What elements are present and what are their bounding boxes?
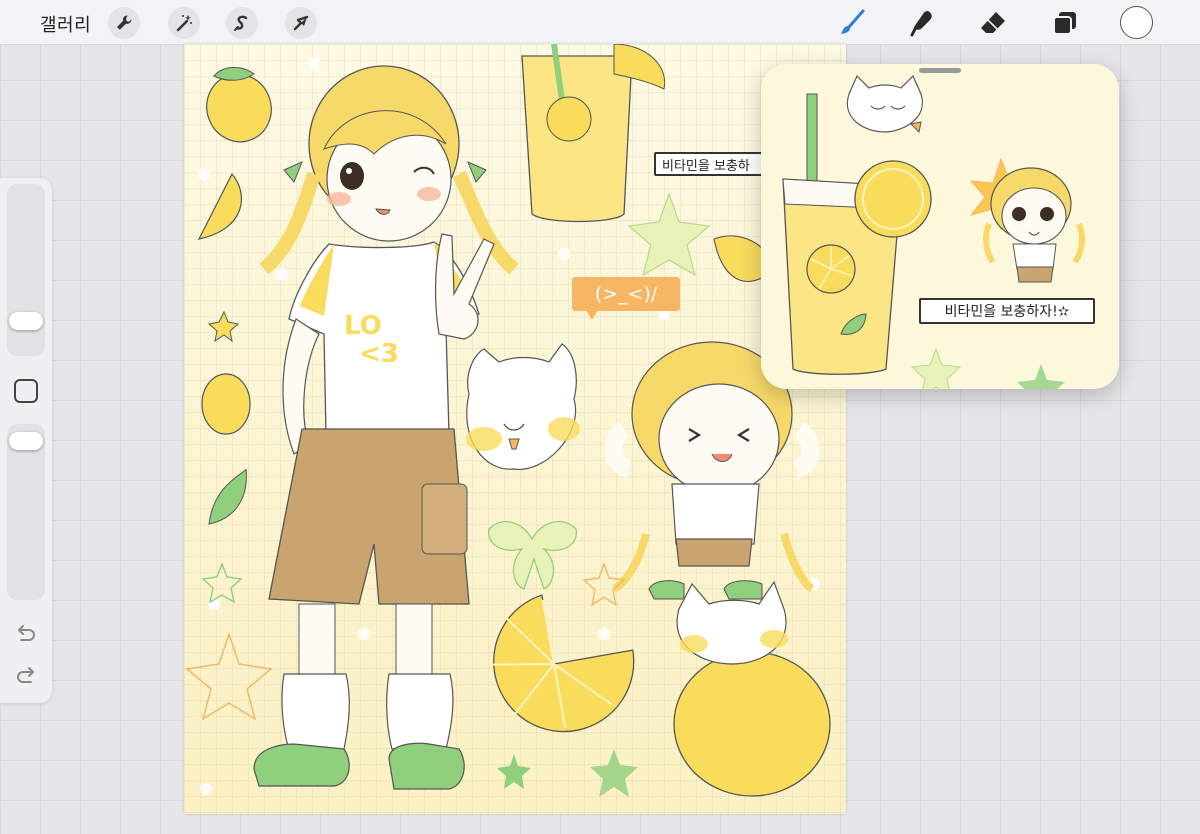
selection-s-icon xyxy=(234,15,248,31)
reference-window[interactable]: 비타민을 보충하자!✫ xyxy=(761,64,1119,389)
magic-wand-icon xyxy=(176,15,192,32)
brush-size-slider-thumb[interactable] xyxy=(9,312,43,330)
drawing-canvas[interactable]: LO <3 비타민을 보충하 (>_<)/ xyxy=(184,44,846,814)
transform-button[interactable] xyxy=(285,7,317,39)
wrench-icon xyxy=(117,15,132,30)
brush-size-slider[interactable] xyxy=(7,184,45,356)
brush-button[interactable] xyxy=(835,6,869,40)
brush-icon xyxy=(841,9,865,34)
gallery-button[interactable]: 갤러리 xyxy=(40,11,91,37)
selection-button[interactable] xyxy=(226,7,258,39)
opacity-slider-thumb[interactable] xyxy=(9,432,43,450)
reference-drag-handle[interactable] xyxy=(919,68,961,73)
redo-button[interactable] xyxy=(12,665,40,687)
undo-arrow-icon xyxy=(18,625,35,641)
eraser-button[interactable] xyxy=(976,6,1010,40)
top-toolbar: 갤러리 xyxy=(0,0,1200,45)
modify-button[interactable] xyxy=(14,379,38,403)
left-sidebar xyxy=(0,178,52,703)
reference-caption-label: 비타민을 보충하자!✫ xyxy=(919,298,1095,324)
reference-artwork xyxy=(761,64,1119,389)
arrow-cursor-icon xyxy=(293,15,309,31)
redo-arrow-icon xyxy=(17,667,34,683)
eraser-icon xyxy=(981,12,1005,33)
adjustments-button[interactable] xyxy=(168,7,200,39)
smudge-button[interactable] xyxy=(906,6,940,40)
layers-button[interactable] xyxy=(1048,6,1082,40)
opacity-slider[interactable] xyxy=(7,424,45,600)
smudge-icon xyxy=(910,11,932,37)
emote-speech-bubble: (>_<)/ xyxy=(572,277,680,320)
actions-button[interactable] xyxy=(108,7,140,39)
undo-button[interactable] xyxy=(12,623,40,645)
svg-text:LO: LO xyxy=(344,311,382,341)
layers-icon xyxy=(1053,12,1076,35)
svg-text:<3: <3 xyxy=(359,339,399,369)
color-picker-button[interactable] xyxy=(1120,6,1153,39)
